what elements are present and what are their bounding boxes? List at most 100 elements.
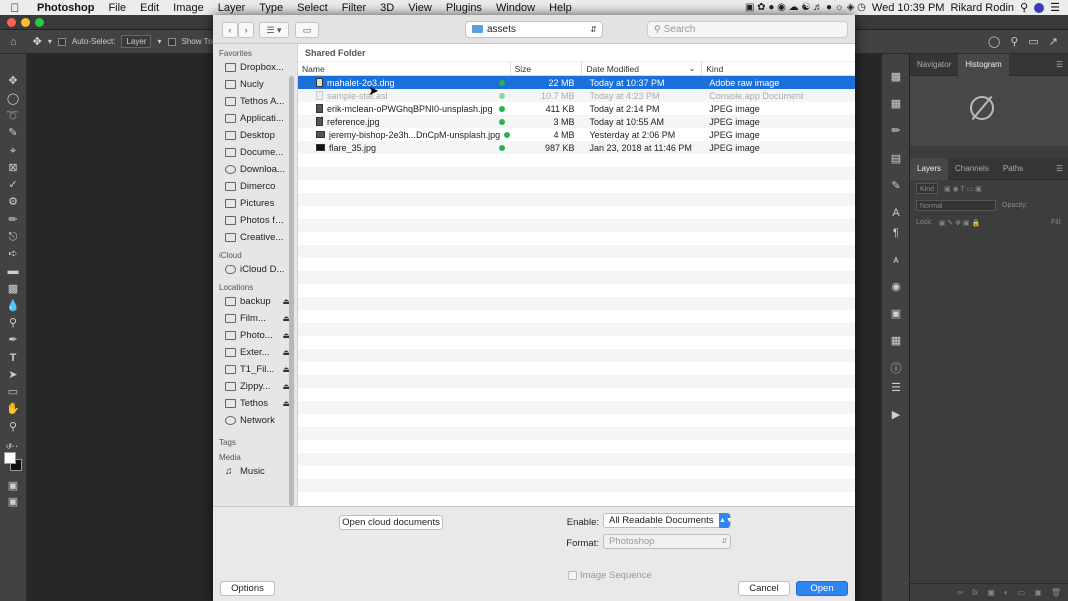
open-button[interactable]: Open [796,581,848,596]
adjustments-panel-icon[interactable]: ▣ [889,307,903,321]
adjustment-icon[interactable]: ◐ [1004,588,1009,597]
export-icon[interactable]: ↗ [1049,35,1058,48]
menu-3d[interactable]: 3D [373,2,401,14]
menu-select[interactable]: Select [290,2,335,14]
marquee-tool-icon[interactable]: ◯ [6,92,20,106]
open-cloud-documents-button[interactable]: Open cloud documents [339,515,443,530]
path-select-tool-icon[interactable]: ➤ [6,368,20,382]
file-row[interactable]: erik-mclean-oPWGhqBPNI0-unsplash.jpg 411… [298,102,855,115]
tab-channels[interactable]: Channels [948,158,996,180]
minimize-window-button[interactable] [21,18,30,27]
file-row[interactable]: jeremy-bishop-2e3h...DnCpM-unsplash.jpg … [298,128,855,141]
sidebar-item-creative[interactable]: Creative... [213,229,296,246]
apple-icon[interactable]:  [0,1,30,15]
eraser-tool-icon[interactable]: ▬ [6,264,20,278]
info-panel-icon[interactable]: ⓘ [889,362,903,376]
forward-button[interactable]: › [238,22,254,38]
spotlight-icon[interactable]: ⚲ [1020,1,1028,14]
view-mode-button[interactable]: ☰ ▾ [259,22,289,38]
search-field[interactable]: ⚲ Search [647,21,848,38]
sidebar-item-icloud-drive[interactable]: iCloud D... [213,261,296,278]
zoom-window-button[interactable] [35,18,44,27]
healing-tool-icon[interactable]: ⚙ [6,195,20,209]
libraries-panel-icon[interactable]: ▤ [889,152,903,166]
column-kind[interactable]: Kind [702,62,855,75]
chevron-down-icon[interactable]: ▾ [48,37,52,46]
menu-layer[interactable]: Layer [211,2,253,14]
clock[interactable]: Wed 10:39 PM [872,2,945,14]
menu-window[interactable]: Window [489,2,542,14]
menu-help[interactable]: Help [542,2,579,14]
blend-mode-select[interactable]: Normal [916,200,996,211]
stamp-tool-icon[interactable]: ⎋ [6,230,20,244]
new-folder-button[interactable]: ▭ [295,22,319,38]
sidebar-item-tethos[interactable]: Tethos ⏏ [213,395,296,412]
file-row[interactable]: flare_35.jpg 987 KB Jan 23, 2018 at 11:4… [298,141,855,154]
cancel-button[interactable]: Cancel [738,581,790,596]
dodge-tool-icon[interactable]: ⚲ [6,316,20,330]
workspace-icon[interactable]: ▭ [1028,35,1038,48]
menu-image[interactable]: Image [166,2,211,14]
lock-icons[interactable]: ▣ ✎ ✥ ▣ 🔒 [939,219,980,227]
quick-mask-icon[interactable]: ▣ [6,479,20,493]
eyedropper-tool-icon[interactable]: ✓ [6,178,20,192]
sidebar-item-documents[interactable]: Docume... [213,144,296,161]
trash-icon[interactable]: 🗑 [1051,588,1061,597]
control-center-icon[interactable]: ☰ [1050,1,1060,14]
folder-icon[interactable]: ▭ [1018,588,1026,597]
styles-panel-icon[interactable]: ▦ [889,334,903,348]
layer-select[interactable]: Layer [121,35,152,48]
brush-panel-icon[interactable]: ✏ [889,124,903,138]
share-icon[interactable]: ◯ [988,35,1000,48]
sidebar-item-backup[interactable]: backup ⏏ [213,293,296,310]
file-row[interactable]: reference.jpg 3 MB Today at 10:55 AM JPE… [298,115,855,128]
crop-tool-icon[interactable]: ⌖ [6,144,20,158]
sidebar-item-dropbox[interactable]: Dropbox... [213,59,296,76]
options-button[interactable]: Options [220,581,275,596]
enable-popup[interactable]: All Readable Documents ▲▼ [603,513,733,528]
menu-filter[interactable]: Filter [335,2,373,14]
sidebar-item-film[interactable]: Film... ⏏ [213,310,296,327]
foreground-color-swatch[interactable] [4,452,16,464]
status-icons[interactable]: ▣ ✿ ● ◉ ☁ ☯ ♬ ● ☼ ◈ ◷ [745,2,866,13]
sidebar-item-applications[interactable]: Applicati... [213,110,296,127]
location-popup[interactable]: assets ⇵ [465,21,603,38]
link-icon[interactable]: ∞ [957,588,963,597]
tab-histogram[interactable]: Histogram [958,53,1009,76]
actions-panel-icon[interactable]: ▶ [889,408,903,422]
tab-paths[interactable]: Paths [996,158,1030,180]
tab-layers[interactable]: Layers [910,157,949,180]
show-transform-checkbox[interactable] [167,37,176,46]
history-brush-tool-icon[interactable]: ➪ [6,247,20,261]
sidebar-item-pictures[interactable]: Pictures [213,195,296,212]
auto-select-checkbox[interactable] [57,37,66,46]
menu-edit[interactable]: Edit [133,2,166,14]
learn-panel-icon[interactable]: ◉ [889,280,903,294]
sidebar-scrollbar[interactable] [289,76,294,506]
gradient-tool-icon[interactable]: ▩ [6,282,20,296]
menu-app[interactable]: Photoshop [30,2,101,14]
color-panel-icon[interactable]: ▩ [889,70,903,84]
image-sequence-checkbox[interactable] [568,571,577,580]
layer-kind-filter[interactable]: Kind [916,183,939,194]
back-button[interactable]: ‹ [222,22,238,38]
sidebar-item-network[interactable]: Network [213,412,296,429]
tab-navigator[interactable]: Navigator [910,54,958,76]
sidebar-item-music[interactable]: ♫ Music [213,463,296,480]
column-size[interactable]: Size [511,62,583,75]
frame-tool-icon[interactable]: ⊠ [6,161,20,175]
shape-tool-icon[interactable]: ▭ [6,385,20,399]
move-tool-icon[interactable]: ✥ [33,35,42,48]
character-panel-icon[interactable]: A [889,206,903,220]
column-date[interactable]: Date Modified ⌄ [582,62,703,75]
menu-view[interactable]: View [401,2,439,14]
blur-tool-icon[interactable]: 💧 [6,299,20,313]
menu-file[interactable]: File [101,2,133,14]
properties-panel-icon[interactable]: ☰ [889,381,903,395]
sidebar-item-desktop[interactable]: Desktop [213,127,296,144]
type-tool-icon[interactable]: T [6,351,20,365]
search-icon[interactable]: ⚲ [1010,35,1018,48]
new-layer-icon[interactable]: ▣ [1034,588,1042,597]
sidebar-item-downloads[interactable]: Downloa... [213,161,296,178]
glyphs-panel-icon[interactable]: ᴀ [889,253,903,267]
